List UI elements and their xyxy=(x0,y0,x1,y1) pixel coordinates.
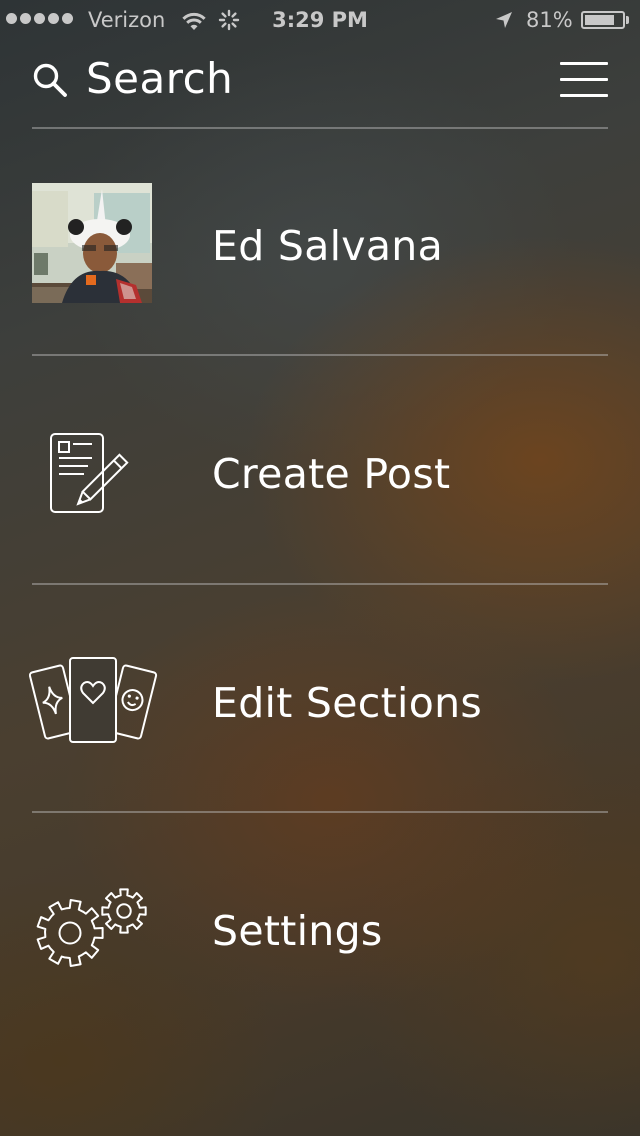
battery-icon xyxy=(581,11,625,29)
avatar[interactable] xyxy=(32,183,152,303)
menu-item-label[interactable]: Create Post xyxy=(212,450,450,498)
gear-outline xyxy=(36,899,104,967)
menu-item-create-post[interactable]: Create Post xyxy=(0,356,640,582)
search-icon[interactable] xyxy=(32,62,68,98)
menu-item-edit-sections[interactable]: Edit Sections xyxy=(0,585,640,811)
battery-percentage: 81% xyxy=(526,8,573,32)
cards-icon xyxy=(28,657,158,743)
battery-tip xyxy=(626,16,629,24)
search-label[interactable]: Search xyxy=(86,54,233,103)
status-bar: Verizon 3:29 PM 81% xyxy=(0,0,640,40)
gears-icon xyxy=(36,888,147,967)
menu-item-settings[interactable]: Settings xyxy=(0,813,640,1039)
gear-hole xyxy=(116,903,132,919)
gear-outline xyxy=(101,888,147,934)
menu-item-label[interactable]: Settings xyxy=(212,907,383,955)
location-arrow-icon xyxy=(496,12,512,28)
compose-post-icon xyxy=(50,433,129,513)
divider xyxy=(32,127,608,129)
hamburger-menu-icon[interactable] xyxy=(560,62,608,98)
avatar-photo xyxy=(32,183,152,303)
gear-hole xyxy=(58,921,82,945)
search-bar[interactable]: Search xyxy=(32,52,608,112)
menu-item-label[interactable]: Edit Sections xyxy=(212,679,482,727)
menu-item-label[interactable]: Ed Salvana xyxy=(212,222,443,270)
